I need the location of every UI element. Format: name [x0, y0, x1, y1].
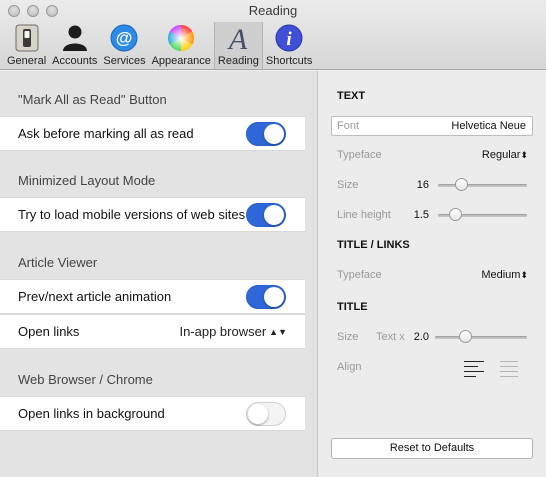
toolbar-accounts-label: Accounts [52, 55, 98, 67]
toolbar-services[interactable]: @ Services [100, 22, 148, 69]
title-size-value: 2.0 [413, 331, 429, 343]
prev-next-toggle[interactable] [246, 285, 286, 309]
line-height-label: Line height [337, 209, 391, 221]
title-size-label: Size [337, 331, 359, 343]
line-height-slider[interactable] [438, 208, 527, 222]
section-header-mark-all: "Mark All as Read" Button [18, 92, 167, 107]
mobile-versions-toggle[interactable] [246, 203, 286, 227]
section-header-web-browser: Web Browser / Chrome [18, 372, 153, 387]
font-field[interactable]: Font Helvetica Neue [331, 116, 533, 136]
preferences-toolbar: General Accounts @ Services Appearance A… [4, 22, 315, 69]
svg-text:A: A [227, 23, 248, 53]
title-size-slider[interactable] [435, 330, 527, 344]
toggle-knob [264, 287, 284, 307]
row-open-links: Open links In-app browser ▲▼ [0, 314, 305, 349]
size-slider[interactable] [438, 178, 527, 192]
toolbar-services-label: Services [103, 55, 146, 67]
toolbar-shortcuts-label: Shortcuts [265, 55, 313, 67]
open-links-value: In-app browser [179, 324, 267, 339]
font-label: Font [337, 120, 360, 132]
slider-thumb[interactable] [455, 178, 468, 191]
size-label: Size [337, 179, 359, 191]
toggle-knob [248, 404, 268, 424]
up-down-arrows-icon: ▲▼ [269, 327, 287, 337]
toolbar-general-label: General [7, 55, 47, 67]
row-ask-before-marking: Ask before marking all as read [0, 116, 305, 151]
window-title: Reading [248, 3, 298, 18]
row-label: Open links [18, 324, 80, 339]
row-label: Ask before marking all as read [18, 126, 194, 141]
info-icon: i [274, 23, 304, 53]
reading-options-pane: "Mark All as Read" Button Ask before mar… [0, 71, 318, 477]
row-label: Open links in background [18, 406, 165, 421]
open-background-toggle[interactable] [246, 402, 286, 426]
typeface-select[interactable]: Regular⬍ [482, 149, 528, 161]
row-open-links-background: Open links in background [0, 396, 305, 431]
text-settings-pane: TEXT Font Helvetica Neue Typeface Regula… [319, 71, 546, 477]
reset-to-defaults-button[interactable]: Reset to Defaults [331, 438, 533, 459]
switch-icon [12, 23, 42, 53]
title-links-typeface-label: Typeface [337, 269, 382, 281]
color-wheel-icon [166, 23, 196, 53]
title-header: TITLE [337, 301, 368, 313]
person-icon [60, 23, 90, 53]
title-links-header: TITLE / LINKS [337, 239, 410, 251]
text-line [500, 366, 518, 367]
row-prev-next-animation: Prev/next article animation [0, 279, 305, 314]
size-value: 16 [416, 179, 429, 191]
toggle-knob [264, 124, 284, 144]
up-down-arrows-icon: ⬍ [520, 150, 528, 160]
typeface-a-icon: A [223, 23, 253, 53]
slider-track [438, 184, 527, 187]
svg-text:i: i [286, 29, 292, 50]
font-value: Helvetica Neue [451, 120, 526, 132]
toolbar-appearance[interactable]: Appearance [149, 22, 214, 69]
section-header-article-viewer: Article Viewer [18, 255, 98, 270]
text-line [500, 371, 518, 372]
ask-before-toggle[interactable] [246, 122, 286, 146]
toolbar-appearance-label: Appearance [151, 55, 211, 67]
line-height-value: 1.5 [413, 209, 429, 221]
align-label: Align [337, 361, 362, 373]
text-line [500, 376, 518, 377]
up-down-arrows-icon: ⬍ [520, 270, 528, 280]
align-justify-button[interactable] [500, 361, 522, 377]
title-size-prefix: Text x [376, 331, 405, 343]
toolbar-reading-label: Reading [217, 55, 259, 67]
at-sign-icon: @ [109, 23, 139, 53]
open-links-select[interactable]: In-app browser ▲▼ [179, 315, 287, 349]
svg-text:@: @ [116, 29, 133, 48]
text-line [464, 361, 484, 362]
row-label: Try to load mobile versions of web sites [18, 207, 246, 222]
toolbar-accounts[interactable]: Accounts [49, 22, 100, 69]
align-left-button[interactable] [464, 361, 486, 377]
slider-thumb[interactable] [459, 330, 472, 343]
toolbar-general[interactable]: General [4, 22, 49, 69]
title-links-typeface-value: Medium [481, 269, 521, 281]
row-mobile-versions: Try to load mobile versions of web sites [0, 197, 305, 232]
text-line [464, 371, 484, 372]
section-header-minimized-layout: Minimized Layout Mode [18, 173, 156, 188]
text-header: TEXT [337, 90, 366, 102]
toggle-knob [264, 205, 284, 225]
text-line [500, 361, 518, 362]
window-toolbar: Reading General Accounts @ Services Appe… [0, 0, 546, 70]
text-line [464, 366, 478, 367]
row-label: Prev/next article animation [18, 289, 172, 304]
slider-track [435, 336, 527, 339]
typeface-label: Typeface [337, 149, 382, 161]
slider-thumb[interactable] [449, 208, 462, 221]
text-line [464, 376, 476, 377]
typeface-value: Regular [481, 149, 521, 161]
title-links-typeface-select[interactable]: Medium⬍ [481, 269, 528, 281]
toolbar-shortcuts[interactable]: i Shortcuts [263, 22, 315, 69]
toolbar-reading[interactable]: A Reading [213, 22, 263, 69]
